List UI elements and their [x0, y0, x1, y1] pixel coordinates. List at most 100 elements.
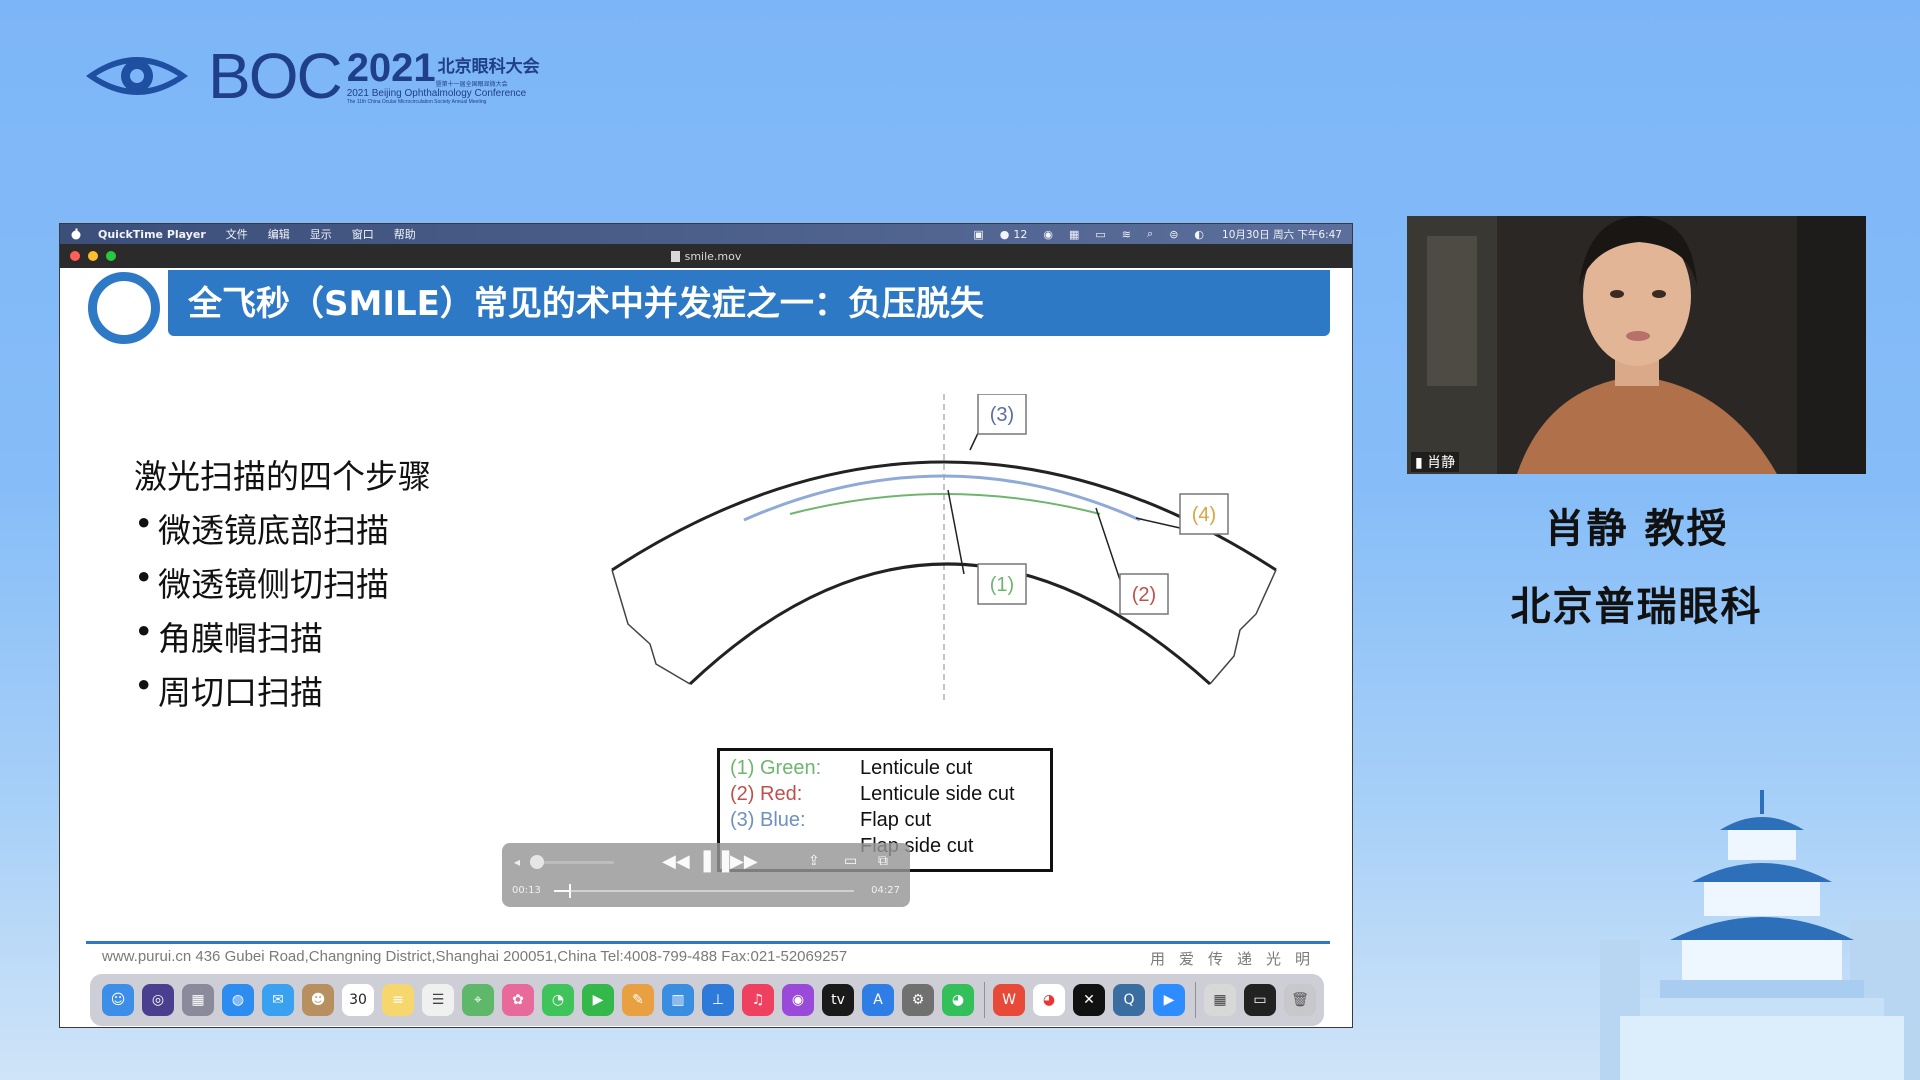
- wechat-icon[interactable]: ◕: [942, 984, 974, 1016]
- legend-value: Flap cut: [860, 809, 932, 831]
- step-item: • 微透镜底部扫描: [134, 504, 389, 550]
- siri-dock-icon[interactable]: ◎: [142, 984, 174, 1016]
- mail-icon[interactable]: ✉: [262, 984, 294, 1016]
- chrome-icon[interactable]: ◕: [1033, 984, 1065, 1016]
- step-item: • 微透镜侧切扫描: [134, 558, 389, 604]
- music-icon[interactable]: ♫: [742, 984, 774, 1016]
- legend-row: (2) Red: Lenticule side cut: [730, 783, 1015, 806]
- apple-menu-icon[interactable]: [70, 228, 82, 240]
- downloads-stack-icon[interactable]: ▦: [1204, 984, 1236, 1016]
- wps-status-icon[interactable]: ▣: [973, 228, 983, 241]
- video-participant-name: 肖静: [1427, 455, 1456, 471]
- share-icon[interactable]: ⇪: [808, 853, 820, 869]
- record-status-icon[interactable]: ◉: [1043, 228, 1053, 241]
- video-name-tag: ▮ 肖静: [1411, 452, 1460, 472]
- facetime-icon[interactable]: ▶: [582, 984, 614, 1016]
- volume-knob[interactable]: [530, 855, 544, 869]
- fullscreen-window-button[interactable]: [106, 251, 116, 261]
- legend-row: (3) Blue: Flap cut: [730, 809, 931, 832]
- fast-forward-button[interactable]: ▶▶: [730, 851, 758, 872]
- safari-icon[interactable]: ◍: [222, 984, 254, 1016]
- screen-stack-icon[interactable]: ▭: [1244, 984, 1276, 1016]
- step-text: 微透镜底部扫描: [158, 511, 389, 550]
- diagram-label-1: (1): [990, 574, 1014, 596]
- notes-icon[interactable]: ≡: [382, 984, 414, 1016]
- menu-window[interactable]: 窗口: [352, 226, 374, 242]
- wifi-icon[interactable]: ≋: [1122, 228, 1131, 241]
- finder-icon[interactable]: ☺: [102, 984, 134, 1016]
- step-text: 周切口扫描: [158, 673, 323, 712]
- conference-logo: BOC 2021 北京眼科大会 暨第十一届全国眼显微大会 2021 Beijin…: [84, 44, 540, 108]
- numbers-icon[interactable]: ▥: [662, 984, 694, 1016]
- conference-year: 2021: [346, 45, 436, 90]
- legend-key: (2) Red:: [730, 783, 803, 805]
- speaker-video: ▮ 肖静: [1407, 216, 1866, 474]
- diagram-label-2: (2): [1132, 584, 1156, 606]
- speaker-portrait: [1407, 216, 1866, 474]
- calendar-icon[interactable]: 30: [342, 984, 374, 1016]
- legend-value: Lenticule side cut: [860, 783, 1015, 805]
- wps-icon[interactable]: W: [993, 984, 1025, 1016]
- airplay-icon[interactable]: ▭: [844, 853, 857, 869]
- cornea-diagram: (3) (4) (1) (2): [611, 394, 1277, 704]
- menu-view[interactable]: 显示: [310, 226, 332, 242]
- window-title: smile.mov: [684, 249, 742, 263]
- scrub-progress: [554, 890, 569, 892]
- system-preferences-icon[interactable]: ⚙: [902, 984, 934, 1016]
- battery-icon[interactable]: ▭: [1095, 228, 1105, 241]
- step-text: 角膜帽扫描: [158, 619, 323, 658]
- keynote-icon[interactable]: ⊥: [702, 984, 734, 1016]
- maps-icon[interactable]: ⌖: [462, 984, 494, 1016]
- quicktime-controls[interactable]: ◂ ◀◀ ❚❚ ▶▶ ⇪ ▭ ⧉ 00:13 04:27: [502, 843, 910, 907]
- control-center-icon[interactable]: ⊜: [1169, 228, 1178, 241]
- conference-name-en: 2021 Beijing Ophthalmology Conference: [346, 87, 527, 99]
- launchpad-icon[interactable]: ▦: [182, 984, 214, 1016]
- volume-icon[interactable]: ◂: [514, 855, 520, 869]
- slide-footer: www.purui.cn 436 Gubei Road,Changning Di…: [102, 948, 848, 965]
- diagram-label-3: (3): [990, 404, 1014, 426]
- zoom-icon[interactable]: ▶: [1153, 984, 1185, 1016]
- scrub-playhead[interactable]: [569, 884, 571, 898]
- speaker-name: 肖静 教授: [1544, 506, 1729, 552]
- step-text: 微透镜侧切扫描: [158, 565, 389, 604]
- menu-app-name[interactable]: QuickTime Player: [98, 228, 206, 241]
- menubar-clock[interactable]: 10月30日 周六 下午6:47: [1222, 227, 1342, 242]
- wechat-count: 12: [1013, 227, 1028, 241]
- siri-icon[interactable]: ◐: [1194, 228, 1204, 241]
- step-item: • 周切口扫描: [134, 666, 323, 712]
- rewind-button[interactable]: ◀◀: [662, 851, 690, 872]
- app-store-icon[interactable]: A: [862, 984, 894, 1016]
- menu-edit[interactable]: 编辑: [268, 226, 290, 242]
- scrub-bar[interactable]: [554, 890, 854, 892]
- mac-dock: ☺ ◎ ▦ ◍ ✉ ☻ 30 ≡ ☰ ⌖ ✿ ◔ ▶ ✎ ▥ ⊥ ♫ ◉ tv …: [90, 974, 1324, 1026]
- slide-footer-line: [86, 941, 1330, 944]
- volume-slider[interactable]: [532, 861, 614, 864]
- calendar-day: 30: [349, 992, 367, 1008]
- pages-icon[interactable]: ✎: [622, 984, 654, 1016]
- menu-file[interactable]: 文件: [226, 226, 248, 242]
- wechat-status-icon[interactable]: ●: [1000, 228, 1010, 241]
- reminders-icon[interactable]: ☰: [422, 984, 454, 1016]
- document-icon: [670, 250, 680, 262]
- conference-brand: BOC: [208, 40, 343, 112]
- conference-name-cn-sub: 暨第十一届全国眼显微大会: [435, 80, 508, 88]
- apple-tv-icon[interactable]: tv: [822, 984, 854, 1016]
- menu-help[interactable]: 帮助: [394, 226, 416, 242]
- messages-icon[interactable]: ◔: [542, 984, 574, 1016]
- picture-in-picture-icon[interactable]: ⧉: [878, 853, 888, 869]
- input-method-icon[interactable]: ▦: [1069, 228, 1079, 241]
- spotlight-search-icon[interactable]: ⌕: [1147, 227, 1153, 241]
- steps-title: 激光扫描的四个步骤: [134, 457, 431, 496]
- photos-icon[interactable]: ✿: [502, 984, 534, 1016]
- conference-name-en-sub: The 11th China Ocular Microcirculation S…: [346, 98, 487, 105]
- close-window-button[interactable]: [70, 251, 80, 261]
- contacts-icon[interactable]: ☻: [302, 984, 334, 1016]
- capcut-icon[interactable]: ✕: [1073, 984, 1105, 1016]
- minimize-window-button[interactable]: [88, 251, 98, 261]
- quicktime-icon[interactable]: Q: [1113, 984, 1145, 1016]
- dock-separator: [1195, 982, 1196, 1018]
- podcasts-icon[interactable]: ◉: [782, 984, 814, 1016]
- step-item: • 角膜帽扫描: [134, 612, 323, 658]
- current-time: 00:13: [512, 885, 541, 896]
- trash-icon[interactable]: 🗑: [1284, 984, 1316, 1016]
